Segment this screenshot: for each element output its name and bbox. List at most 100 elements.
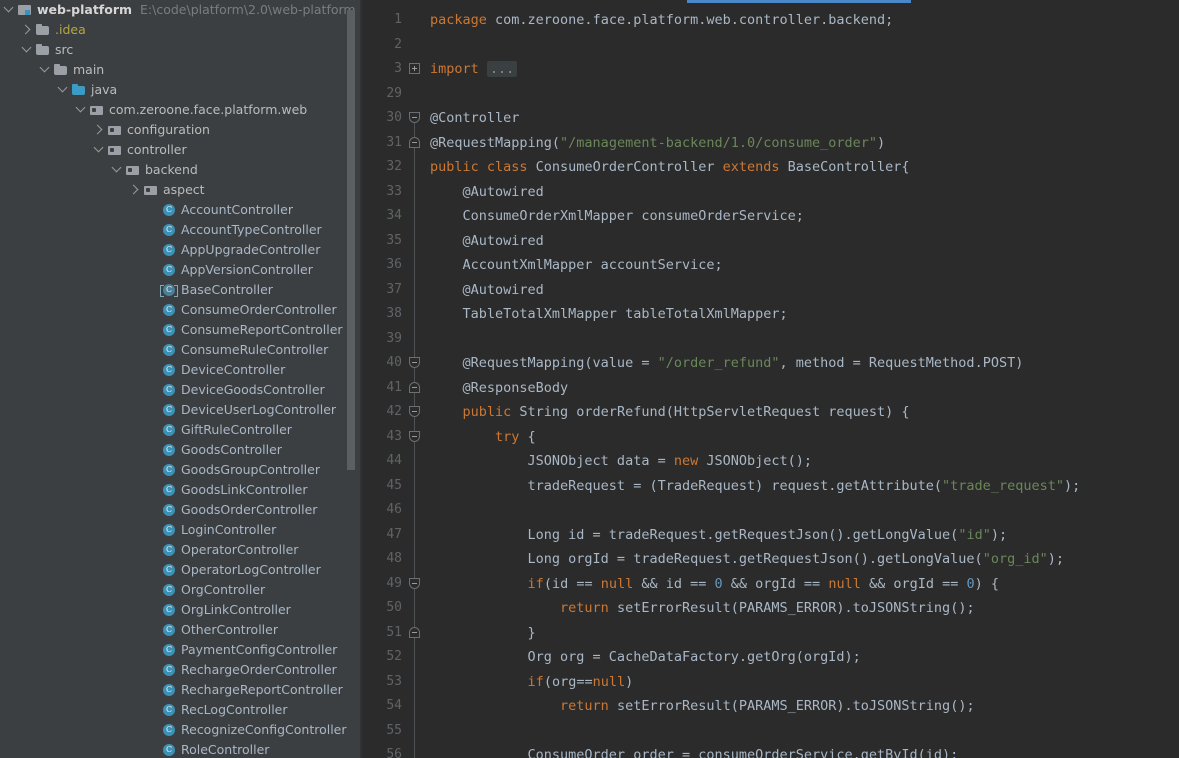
line-number[interactable]: 39 [362, 327, 408, 352]
code-line[interactable]: @RequestMapping("/management-backend/1.0… [430, 131, 1179, 156]
tree-item-consumerulecontroller[interactable]: C ConsumeRuleController [0, 340, 360, 360]
tree-item--idea[interactable]: .idea [0, 20, 360, 40]
tree-item-rechargeordercontroller[interactable]: C RechargeOrderController [0, 660, 360, 680]
chevron-down-icon[interactable] [2, 0, 16, 20]
tree-item-backend[interactable]: backend [0, 160, 360, 180]
tree-item-java[interactable]: java [0, 80, 360, 100]
tree-item-goodsordercontroller[interactable]: C GoodsOrderController [0, 500, 360, 520]
code-line[interactable]: import ... [430, 57, 1179, 82]
chevron-down-icon[interactable] [20, 40, 34, 60]
tree-item-appupgradecontroller[interactable]: C AppUpgradeController [0, 240, 360, 260]
line-number[interactable]: 30 [362, 106, 408, 131]
tree-item-reclogcontroller[interactable]: C RecLogController [0, 700, 360, 720]
project-tree-scrollbar-thumb[interactable] [347, 10, 355, 470]
editor-fold-column[interactable] [408, 8, 422, 758]
project-tool-window[interactable]: web-platform E:\code\platform\2.0\web-pla… [0, 0, 360, 758]
tree-item-com-zeroone-face-platform-web[interactable]: com.zeroone.face.platform.web [0, 100, 360, 120]
code-line[interactable] [430, 498, 1179, 523]
tree-item-goodslinkcontroller[interactable]: C GoodsLinkController [0, 480, 360, 500]
fold-expand-icon[interactable] [409, 63, 420, 74]
line-number[interactable]: 47 [362, 523, 408, 548]
code-line[interactable]: public String orderRefund(HttpServletReq… [430, 400, 1179, 425]
code-line[interactable]: AccountXmlMapper accountService; [430, 253, 1179, 278]
line-number[interactable]: 50 [362, 596, 408, 621]
chevron-right-icon[interactable] [20, 20, 34, 40]
code-line[interactable]: try { [430, 425, 1179, 450]
line-number[interactable]: 51 [362, 621, 408, 646]
code-line[interactable] [430, 33, 1179, 58]
code-line[interactable] [430, 327, 1179, 352]
fold-collapse-icon[interactable] [409, 406, 420, 417]
code-line[interactable]: ConsumeOrder order = consumeOrderService… [430, 743, 1179, 758]
code-line[interactable]: Org org = CacheDataFactory.getOrg(orgId)… [430, 645, 1179, 670]
code-line[interactable]: ConsumeOrderXmlMapper consumeOrderServic… [430, 204, 1179, 229]
code-line[interactable]: if(org==null) [430, 670, 1179, 695]
fold-collapse-icon[interactable] [409, 112, 420, 123]
chevron-right-icon[interactable] [128, 180, 142, 200]
tree-item-operatorcontroller[interactable]: C OperatorController [0, 540, 360, 560]
tree-item-operatorlogcontroller[interactable]: C OperatorLogController [0, 560, 360, 580]
tree-item-devicecontroller[interactable]: C DeviceController [0, 360, 360, 380]
code-line[interactable]: return setErrorResult(PARAMS_ERROR).toJS… [430, 694, 1179, 719]
tree-item-goodscontroller[interactable]: C GoodsController [0, 440, 360, 460]
project-tree[interactable]: web-platform E:\code\platform\2.0\web-pla… [0, 0, 360, 758]
tree-item-orgcontroller[interactable]: C OrgController [0, 580, 360, 600]
code-line[interactable]: @RequestMapping(value = "/order_refund",… [430, 351, 1179, 376]
tree-item-orglinkcontroller[interactable]: C OrgLinkController [0, 600, 360, 620]
fold-collapse-icon[interactable] [409, 430, 420, 442]
tree-item-consumeordercontroller[interactable]: C ConsumeOrderController [0, 300, 360, 320]
line-number[interactable]: 46 [362, 498, 408, 523]
tree-item-othercontroller[interactable]: C OtherController [0, 620, 360, 640]
tree-item-rolecontroller[interactable]: C RoleController [0, 740, 360, 758]
line-number[interactable]: 33 [362, 180, 408, 205]
line-number[interactable]: 1 [362, 8, 408, 33]
line-number[interactable]: 42 [362, 400, 408, 425]
line-number[interactable]: 37 [362, 278, 408, 303]
line-number[interactable]: 45 [362, 474, 408, 499]
line-number[interactable]: 53 [362, 670, 408, 695]
line-number[interactable]: 2 [362, 33, 408, 58]
code-line[interactable]: Long orgId = tradeRequest.getRequestJson… [430, 547, 1179, 572]
tree-item-aspect[interactable]: aspect [0, 180, 360, 200]
tree-item-paymentconfigcontroller[interactable]: C PaymentConfigController [0, 640, 360, 660]
code-line[interactable]: public class ConsumeOrderController exte… [430, 155, 1179, 180]
tree-item-giftrulecontroller[interactable]: C GiftRuleController [0, 420, 360, 440]
tree-item-recognizeconfigcontroller[interactable]: C RecognizeConfigController [0, 720, 360, 740]
tree-item-web-platform[interactable]: web-platform E:\code\platform\2.0\web-pla… [0, 0, 360, 20]
chevron-down-icon[interactable] [74, 100, 88, 120]
fold-collapse-icon[interactable] [409, 577, 420, 589]
tree-item-devicegoodscontroller[interactable]: C DeviceGoodsController [0, 380, 360, 400]
code-line[interactable]: @Autowired [430, 180, 1179, 205]
code-line[interactable]: @Autowired [430, 229, 1179, 254]
project-tree-scrollbar-track[interactable] [347, 0, 356, 758]
chevron-down-icon[interactable] [92, 140, 106, 160]
tree-item-src[interactable]: src [0, 40, 360, 60]
code-line[interactable] [430, 719, 1179, 744]
tree-item-accounttypecontroller[interactable]: C AccountTypeController [0, 220, 360, 240]
code-line[interactable]: JSONObject data = new JSONObject(); [430, 449, 1179, 474]
code-line[interactable] [430, 82, 1179, 107]
line-number[interactable]: 43 [362, 425, 408, 450]
code-line[interactable]: tradeRequest = (TradeRequest) request.ge… [430, 474, 1179, 499]
chevron-down-icon[interactable] [56, 80, 70, 100]
code-line[interactable]: @ResponseBody [430, 376, 1179, 401]
line-number[interactable]: 38 [362, 302, 408, 327]
chevron-right-icon[interactable] [92, 120, 106, 140]
line-number[interactable]: 32 [362, 155, 408, 180]
fold-collapse-icon[interactable] [409, 357, 420, 368]
code-line[interactable]: return setErrorResult(PARAMS_ERROR).toJS… [430, 596, 1179, 621]
line-number[interactable]: 41 [362, 376, 408, 401]
code-line[interactable]: Long id = tradeRequest.getRequestJson().… [430, 523, 1179, 548]
editor-gutter-line-numbers[interactable]: 1 2 3 29 30 31 32 33 34 35 36 37 38 39 40 41 42 43 44 45 46 4… [362, 8, 408, 758]
folded-import-placeholder[interactable]: ... [486, 61, 518, 77]
line-number[interactable]: 34 [362, 204, 408, 229]
line-number[interactable]: 54 [362, 694, 408, 719]
tree-item-consumereportcontroller[interactable]: C ConsumeReportController [0, 320, 360, 340]
line-number[interactable]: 3 [362, 57, 408, 82]
line-number[interactable]: 56 [362, 743, 408, 758]
tree-item-configuration[interactable]: configuration [0, 120, 360, 140]
line-number[interactable]: 48 [362, 547, 408, 572]
tree-item-controller[interactable]: controller [0, 140, 360, 160]
code-line[interactable]: package com.zeroone.face.platform.web.co… [430, 8, 1179, 33]
line-number[interactable]: 49 [362, 572, 408, 597]
